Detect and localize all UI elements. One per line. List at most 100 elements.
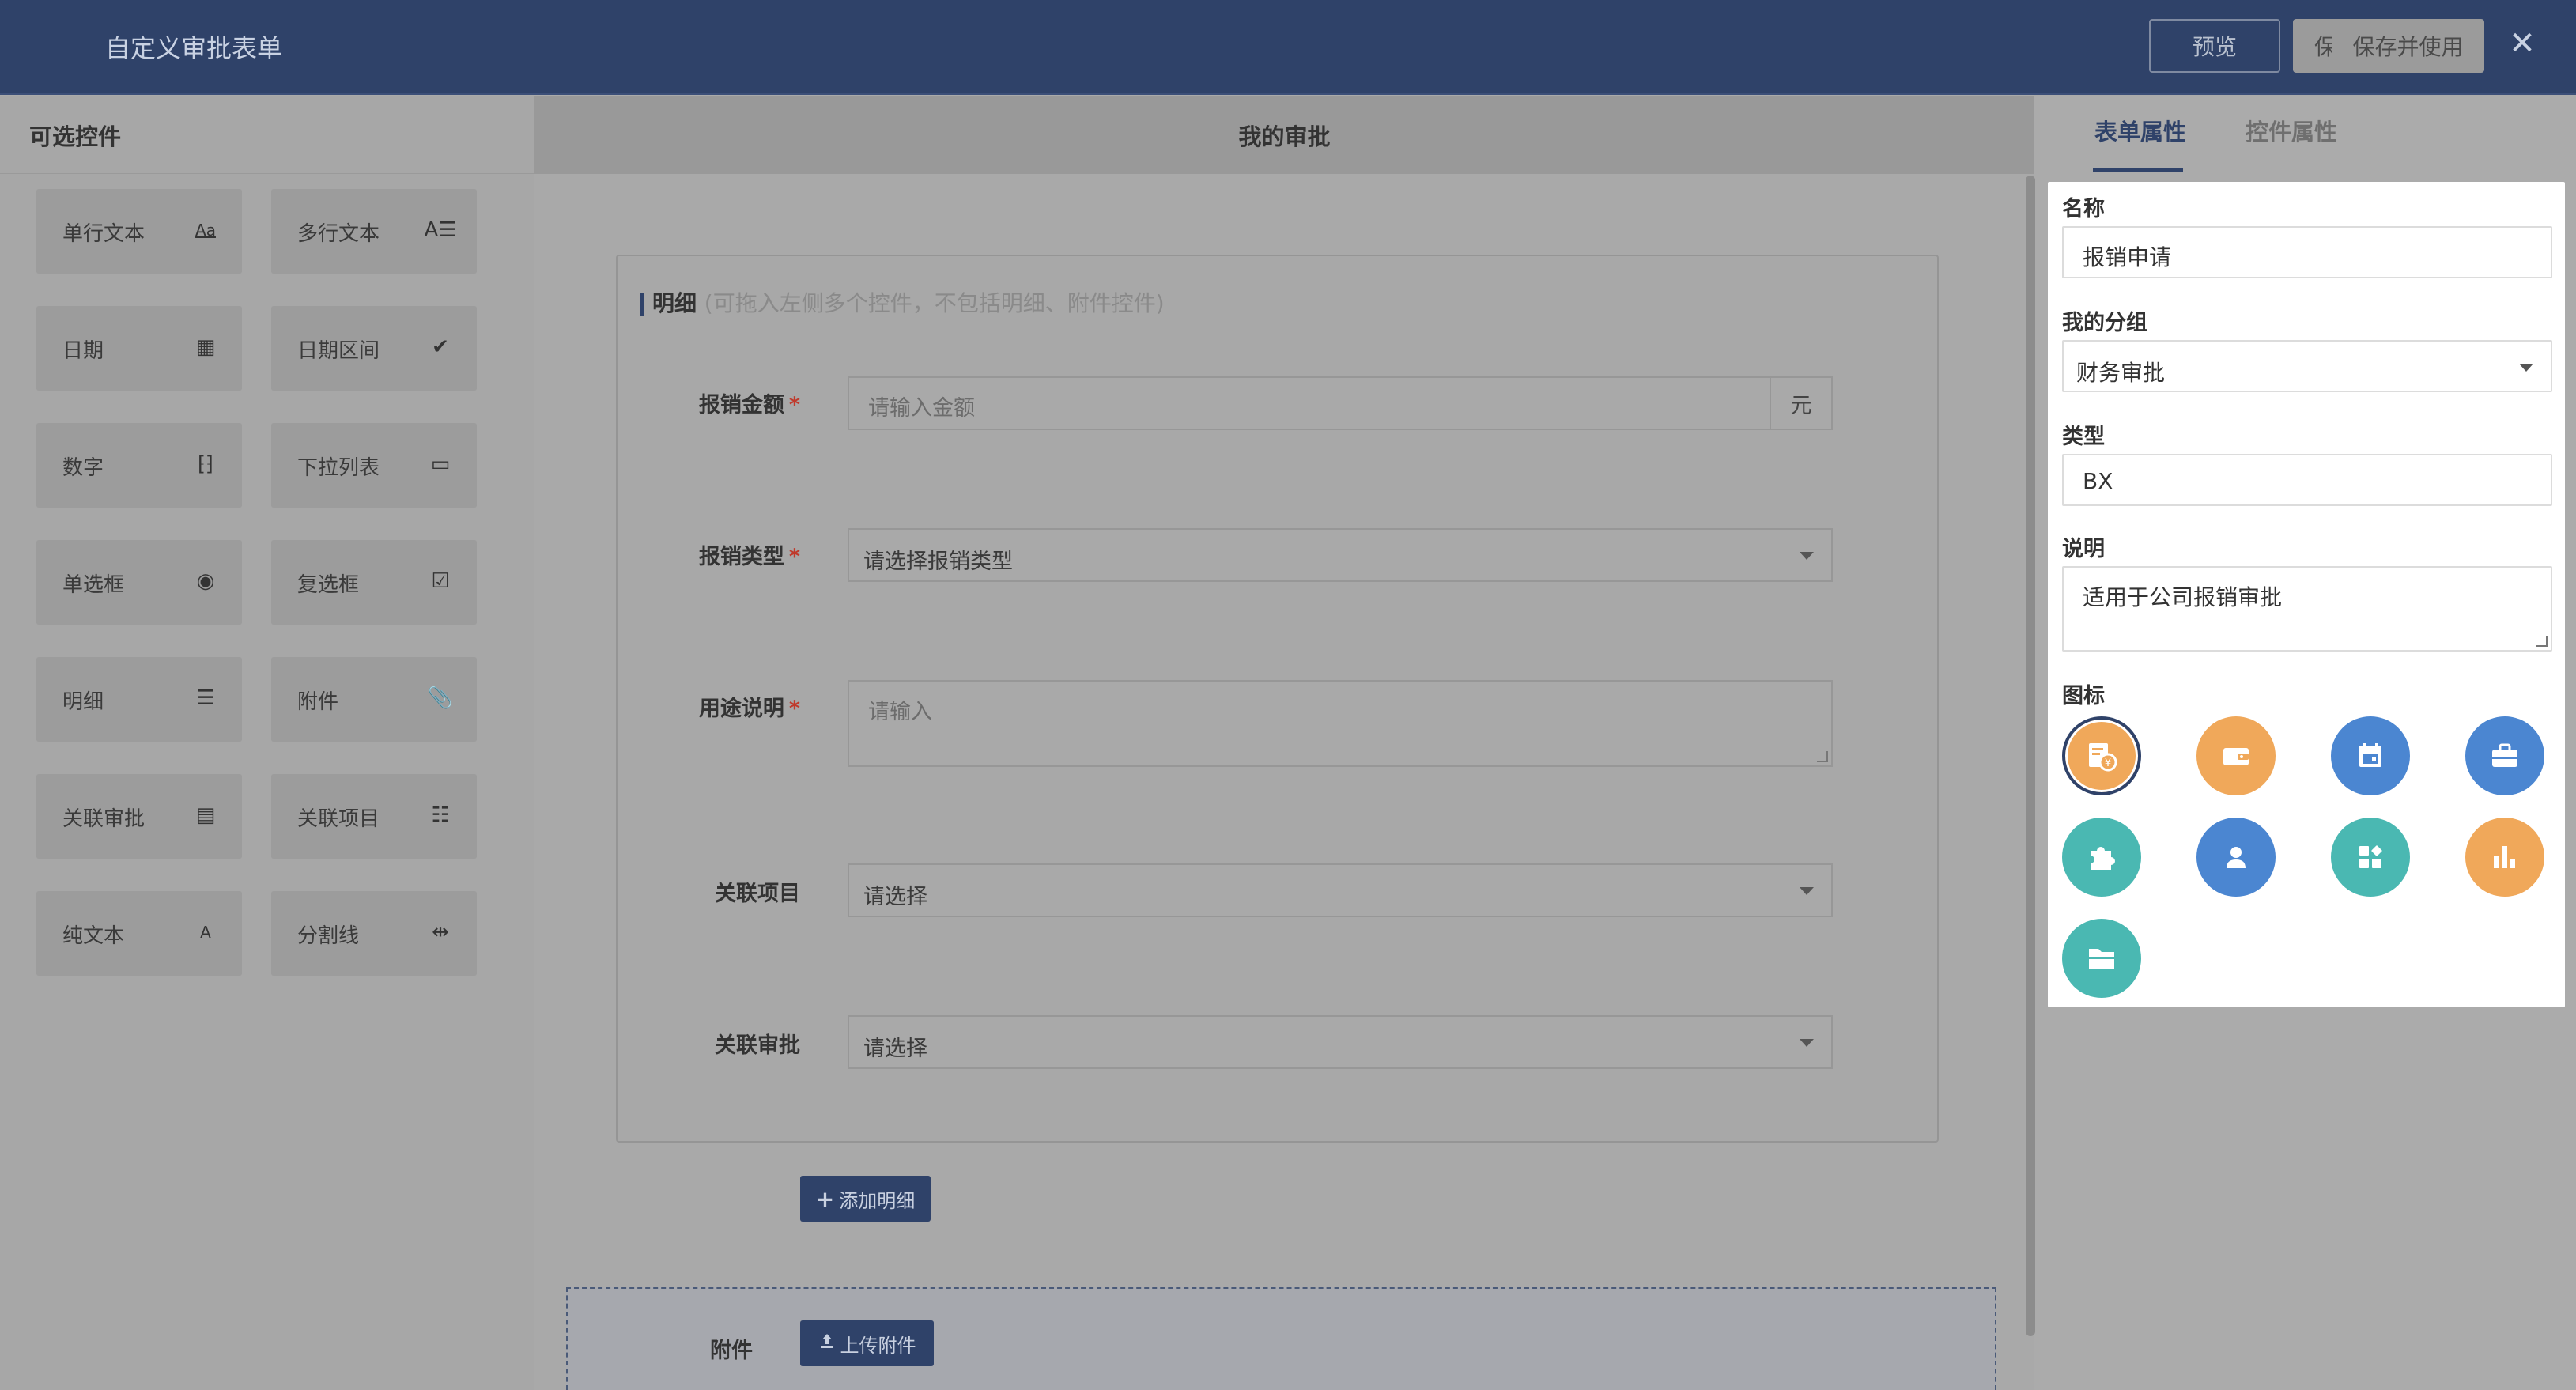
control-tile-label: 单选框 — [62, 573, 125, 597]
detail-hint: (可拖入左侧多个控件，不包括明细、附件控件) — [704, 290, 1165, 316]
name-input[interactable]: 报销申请 — [2062, 226, 2552, 278]
group-select-value: 财务审批 — [2076, 360, 2166, 386]
chevron-down-icon — [2519, 364, 2533, 372]
calendar-check-icon: ✔ — [432, 335, 449, 359]
active-tab-indicator — [2093, 168, 2183, 172]
required-mark: * — [788, 697, 800, 721]
bar-chart-icon[interactable] — [2465, 818, 2544, 897]
detail-label: 明细 — [652, 290, 697, 316]
close-icon[interactable]: ✕ — [2506, 24, 2538, 63]
required-mark: * — [788, 393, 800, 417]
control-tile[interactable]: 数字 ⁅⁆ — [36, 423, 242, 508]
tab-control-properties[interactable]: 控件属性 — [2246, 114, 2337, 147]
control-tile[interactable]: 复选框 ☑ — [271, 540, 477, 625]
related-project-select-value: 请选择 — [863, 885, 927, 909]
control-tile[interactable]: 关联审批 ▤ — [36, 774, 242, 859]
control-tile[interactable]: 多行文本 A☰ — [271, 189, 477, 274]
control-tile[interactable]: 明细 ☰ — [36, 657, 242, 742]
expense-icon[interactable]: ¥ — [2062, 716, 2141, 795]
purpose-textarea[interactable]: 请输入 — [848, 680, 1833, 767]
control-tile-label: 分割线 — [297, 924, 360, 948]
top-bar: 自定义审批表单 预览 保存 保存并使用 ✕ — [0, 0, 2576, 95]
control-tile-label: 数字 — [62, 456, 104, 480]
amount-input-placeholder: 请输入金额 — [868, 396, 975, 421]
field-label-project-text: 关联项目 — [715, 882, 800, 906]
description-label: 说明 — [2062, 537, 2105, 561]
svg-text:¥: ¥ — [2105, 757, 2111, 769]
control-tile-label: 单行文本 — [62, 222, 145, 246]
control-tile[interactable]: 关联项目 ☷ — [271, 774, 477, 859]
resize-handle-icon[interactable] — [1817, 751, 1828, 762]
apps-icon[interactable] — [2331, 818, 2410, 897]
save-and-use-button[interactable]: 保存并使用 — [2332, 19, 2484, 73]
field-label-purpose: 用途说明 * — [642, 691, 800, 722]
folder-icon[interactable] — [2062, 919, 2141, 998]
add-detail-button[interactable]: + 添加明细 — [800, 1176, 931, 1222]
control-tile-label: 多行文本 — [297, 222, 380, 246]
puzzle-icon[interactable] — [2062, 818, 2141, 897]
plain-text-icon: A — [200, 923, 211, 942]
user-icon[interactable] — [2196, 818, 2276, 897]
controls-panel-title: 可选控件 — [0, 96, 534, 174]
detail-header: 明细 (可拖入左侧多个控件，不包括明细、附件控件) — [640, 286, 1165, 318]
upload-label: 上传附件 — [840, 1334, 916, 1357]
control-tile-label: 关联项目 — [297, 807, 380, 831]
preview-button[interactable]: 预览 — [2149, 19, 2280, 73]
add-detail-label: 添加明细 — [839, 1189, 916, 1212]
control-tile[interactable]: 分割线 ⇹ — [271, 891, 477, 976]
related-approval-select[interactable]: 请选择 — [848, 1015, 1833, 1069]
resize-handle-icon[interactable] — [2536, 636, 2548, 647]
list-icon: ☰ — [196, 686, 215, 710]
tab-form-properties[interactable]: 表单属性 — [2094, 114, 2186, 147]
field-label-project: 关联项目 — [642, 876, 800, 907]
field-label-approval-text: 关联审批 — [715, 1033, 800, 1058]
group-select[interactable]: 财务审批 — [2062, 340, 2552, 392]
type-input[interactable]: BX — [2062, 454, 2552, 506]
upload-icon — [818, 1332, 836, 1354]
briefcase-icon[interactable] — [2465, 716, 2544, 795]
radio-icon: ◉ — [196, 569, 215, 593]
related-approval-select-value: 请选择 — [863, 1037, 927, 1061]
control-tile-label: 附件 — [297, 690, 339, 714]
dropdown-icon: ▭ — [430, 452, 451, 476]
field-label-type-text: 报销类型 — [698, 545, 784, 569]
plus-icon: + — [815, 1185, 835, 1212]
control-tile[interactable]: 附件 📎 — [271, 657, 477, 742]
control-tile[interactable]: 日期 ▦ — [36, 306, 242, 391]
text-aa-icon: Aa — [195, 221, 216, 240]
expense-type-select-value: 请选择报销类型 — [863, 550, 1013, 574]
calendar-icon[interactable] — [2331, 716, 2410, 795]
control-tile-label: 纯文本 — [62, 924, 125, 948]
type-label: 类型 — [2062, 425, 2105, 449]
control-tile-label: 复选框 — [297, 573, 360, 597]
field-label-amount: 报销金额 * — [642, 387, 800, 418]
group-label: 我的分组 — [2062, 311, 2147, 335]
attachment-container[interactable] — [566, 1287, 1996, 1390]
number-icon: ⁅⁆ — [197, 452, 214, 476]
detail-header-bar — [640, 293, 644, 316]
related-project-select[interactable]: 请选择 — [848, 863, 1833, 917]
divider-icon: ⇹ — [432, 920, 449, 944]
icon-label: 图标 — [2062, 684, 2105, 708]
control-tile[interactable]: 单行文本 Aa — [36, 189, 242, 274]
amount-unit: 元 — [1770, 378, 1831, 429]
control-tile[interactable]: 单选框 ◉ — [36, 540, 242, 625]
upload-attachment-button[interactable]: 上传附件 — [800, 1320, 934, 1366]
control-tile-label: 日期 — [62, 339, 104, 363]
wallet-icon[interactable] — [2196, 716, 2276, 795]
expense-type-select[interactable]: 请选择报销类型 — [848, 528, 1833, 582]
amount-input[interactable]: 请输入金额 元 — [848, 376, 1833, 430]
type-input-value: BX — [2083, 468, 2113, 494]
control-tile[interactable]: 下拉列表 ▭ — [271, 423, 477, 508]
paperclip-icon: 📎 — [427, 686, 454, 710]
control-tile[interactable]: 纯文本 A — [36, 891, 242, 976]
canvas-scrollbar[interactable] — [2026, 176, 2035, 1336]
field-label-amount-text: 报销金额 — [698, 393, 784, 417]
name-input-value: 报销申请 — [2083, 244, 2172, 270]
control-tile[interactable]: 日期区间 ✔ — [271, 306, 477, 391]
description-textarea[interactable]: 适用于公司报销审批 — [2062, 566, 2552, 652]
control-tile-label: 日期区间 — [297, 339, 380, 363]
page-title: 自定义审批表单 — [105, 33, 283, 63]
purpose-textarea-placeholder: 请输入 — [868, 700, 932, 724]
controls-panel: 可选控件 — [0, 96, 534, 1390]
